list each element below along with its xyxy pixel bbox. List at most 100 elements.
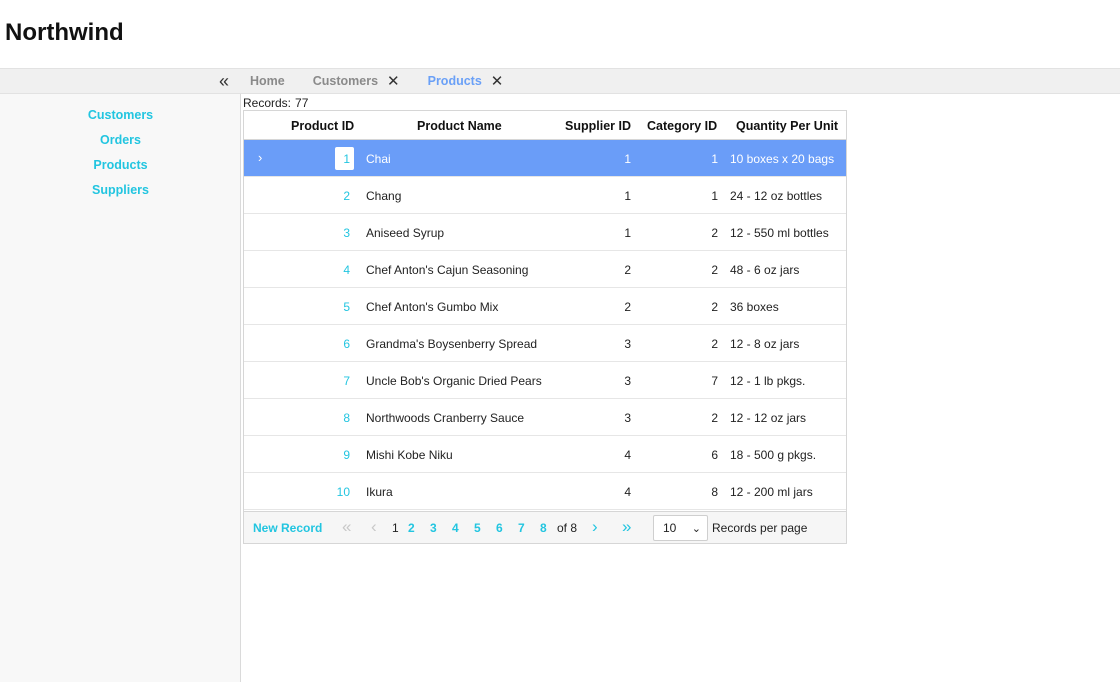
product-name-cell: Chef Anton's Cajun Seasoning: [366, 263, 529, 277]
column-header-quantity-per-unit[interactable]: Quantity Per Unit: [736, 119, 838, 133]
tab-label: Customers: [312, 74, 379, 88]
supplier-id-cell: 3: [624, 374, 631, 388]
supplier-id-cell: 1: [624, 226, 631, 240]
product-name-cell: Uncle Bob's Organic Dried Pears: [366, 374, 542, 388]
column-header-supplier-id[interactable]: Supplier ID: [565, 119, 631, 133]
supplier-id-cell: 3: [624, 337, 631, 351]
page-5[interactable]: 5: [474, 521, 481, 535]
quantity-per-unit-cell: 12 - 550 ml bottles: [730, 226, 829, 240]
table-row[interactable]: 4 Chef Anton's Cajun Seasoning 2 2 48 - 6 oz…: [244, 251, 846, 288]
column-header-product-id[interactable]: Product ID: [291, 119, 354, 133]
quantity-per-unit-cell: 10 boxes x 20 bags: [730, 152, 835, 166]
pager: New Record « ‹ 1 2 3 4 5 6 7 8 of 8 › » …: [244, 511, 846, 543]
first-page-icon[interactable]: «: [342, 517, 351, 537]
supplier-id-cell: 4: [624, 448, 631, 462]
grid-header: Product ID Product Name Supplier ID Cate…: [244, 111, 846, 140]
next-page-icon[interactable]: ›: [592, 517, 598, 537]
table-row[interactable]: 5 Chef Anton's Gumbo Mix 2 2 36 boxes: [244, 288, 846, 325]
supplier-id-cell: 1: [624, 152, 631, 166]
table-row[interactable]: 10 Ikura 4 8 12 - 200 ml jars: [244, 473, 846, 510]
table-row[interactable]: 9 Mishi Kobe Niku 4 6 18 - 500 g pkgs.: [244, 436, 846, 473]
quantity-per-unit-cell: 12 - 12 oz jars: [730, 411, 807, 425]
category-id-cell: 2: [711, 263, 718, 277]
table-row[interactable]: 3 Aniseed Syrup 1 2 12 - 550 ml bottles: [244, 214, 846, 251]
page-8[interactable]: 8: [540, 521, 547, 535]
quantity-per-unit-cell: 12 - 1 lb pkgs.: [730, 374, 806, 388]
products-grid: Product ID Product Name Supplier ID Cate…: [243, 110, 847, 544]
quantity-per-unit-cell: 12 - 200 ml jars: [730, 485, 813, 499]
close-icon[interactable]: ✕: [387, 72, 400, 90]
last-page-icon[interactable]: »: [622, 517, 631, 537]
tab-home[interactable]: Home: [250, 74, 285, 88]
tab-label: Home: [250, 74, 285, 88]
quantity-per-unit-cell: 12 - 8 oz jars: [730, 337, 800, 351]
table-row[interactable]: 7 Uncle Bob's Organic Dried Pears 3 7 12 - 1…: [244, 362, 846, 399]
product-id-link[interactable]: 7: [343, 374, 350, 388]
page-1[interactable]: 1: [392, 521, 399, 535]
supplier-id-cell: 1: [624, 189, 631, 203]
page-7[interactable]: 7: [518, 521, 525, 535]
product-name-cell: Chai: [366, 152, 391, 166]
product-name-cell: Chef Anton's Gumbo Mix: [366, 300, 499, 314]
chevron-right-icon[interactable]: ›: [258, 150, 262, 165]
category-id-cell: 6: [711, 448, 718, 462]
category-id-cell: 7: [711, 374, 718, 388]
records-value: 77: [295, 96, 309, 110]
quantity-per-unit-cell: 36 boxes: [730, 300, 779, 314]
product-name-cell: Northwoods Cranberry Sauce: [366, 411, 525, 425]
tab-bar: « Home Customers ✕ Products ✕: [0, 68, 1120, 94]
app-title: Northwind: [5, 19, 124, 46]
page-size-select[interactable]: 10 ⌄: [653, 515, 708, 541]
new-record-button[interactable]: New Record: [253, 521, 322, 535]
tab-label: Products: [427, 74, 482, 88]
product-id-link[interactable]: 1: [343, 152, 350, 166]
supplier-id-cell: 3: [624, 411, 631, 425]
tab-customers[interactable]: Customers ✕: [313, 72, 400, 90]
table-row[interactable]: › 1 Chai 1 1 10 boxes x 20 bags: [244, 140, 846, 177]
supplier-id-cell: 4: [624, 485, 631, 499]
page-4[interactable]: 4: [452, 521, 459, 535]
category-id-cell: 2: [711, 300, 718, 314]
records-per-page-label: Records per page: [712, 521, 808, 535]
sidebar: Customers Orders Products Suppliers: [0, 94, 241, 682]
category-id-cell: 2: [711, 337, 718, 351]
supplier-id-cell: 2: [624, 263, 631, 277]
product-id-link[interactable]: 9: [343, 448, 350, 462]
quantity-per-unit-cell: 24 - 12 oz bottles: [730, 189, 823, 203]
tab-products[interactable]: Products ✕: [428, 72, 504, 90]
sidebar-item-products[interactable]: Products: [0, 158, 241, 172]
prev-page-icon[interactable]: ‹: [371, 517, 377, 537]
product-name-cell: Aniseed Syrup: [366, 226, 445, 240]
sidebar-item-customers[interactable]: Customers: [0, 108, 241, 122]
records-count: Records: 77: [243, 96, 308, 110]
category-id-cell: 2: [711, 226, 718, 240]
page-total: of 8: [557, 521, 578, 535]
sidebar-item-orders[interactable]: Orders: [0, 133, 241, 147]
page-6[interactable]: 6: [496, 521, 503, 535]
page-size-value: 10: [663, 521, 677, 535]
category-id-cell: 1: [711, 152, 718, 166]
product-id-link[interactable]: 3: [343, 226, 350, 240]
table-row[interactable]: 6 Grandma's Boysenberry Spread 3 2 12 - 8 oz…: [244, 325, 846, 362]
quantity-per-unit-cell: 18 - 500 g pkgs.: [730, 448, 817, 462]
product-name-cell: Ikura: [366, 485, 393, 499]
product-name-cell: Mishi Kobe Niku: [366, 448, 453, 462]
product-id-link[interactable]: 6: [343, 337, 350, 351]
sidebar-item-suppliers[interactable]: Suppliers: [0, 183, 241, 197]
collapse-sidebar-icon[interactable]: «: [219, 72, 229, 90]
product-id-link[interactable]: 8: [343, 411, 350, 425]
page-2[interactable]: 2: [408, 521, 415, 535]
tabs: Home Customers ✕ Products ✕: [250, 69, 531, 93]
close-icon[interactable]: ✕: [491, 72, 504, 90]
category-id-cell: 2: [711, 411, 718, 425]
column-header-category-id[interactable]: Category ID: [647, 119, 717, 133]
product-id-link[interactable]: 4: [343, 263, 350, 277]
product-id-link[interactable]: 2: [343, 189, 350, 203]
product-id-link[interactable]: 10: [337, 485, 350, 499]
page-3[interactable]: 3: [430, 521, 437, 535]
product-id-link[interactable]: 5: [343, 300, 350, 314]
product-name-cell: Grandma's Boysenberry Spread: [366, 337, 538, 351]
column-header-product-name[interactable]: Product Name: [417, 119, 502, 133]
table-row[interactable]: 2 Chang 1 1 24 - 12 oz bottles: [244, 177, 846, 214]
table-row[interactable]: 8 Northwoods Cranberry Sauce 3 2 12 - 12 oz …: [244, 399, 846, 436]
